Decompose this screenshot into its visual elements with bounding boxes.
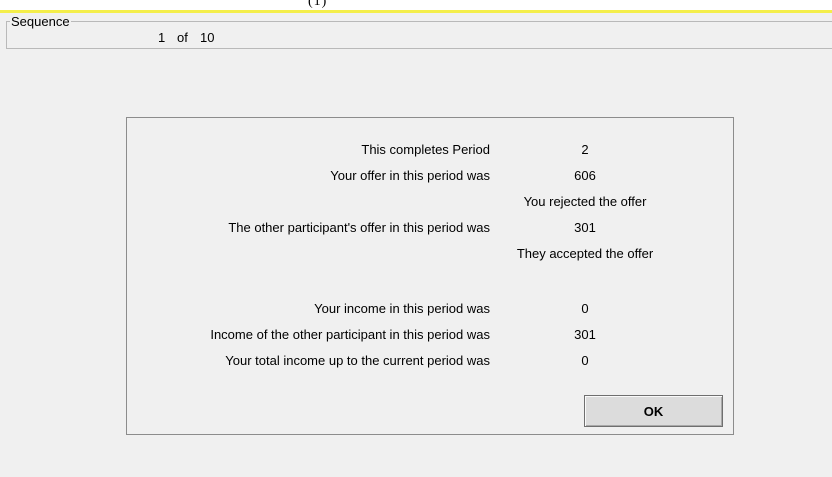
period-value: 2 [581, 142, 589, 157]
total-income-label: Your total income up to the current peri… [225, 353, 490, 368]
total-income-value: 0 [581, 353, 589, 368]
other-offer-value: 301 [574, 220, 596, 235]
sequence-of-label: of [177, 30, 188, 45]
other-offer-status: They accepted the offer [516, 246, 654, 261]
title-glyph: (1) [308, 0, 328, 9]
your-offer-value: 606 [574, 168, 596, 183]
ok-button[interactable]: OK [584, 395, 723, 427]
sequence-group [6, 21, 832, 49]
other-offer-label: The other participant's offer in this pe… [228, 220, 490, 235]
period-label: This completes Period [361, 142, 490, 157]
your-offer-label: Your offer in this period was [330, 168, 490, 183]
your-income-value: 0 [581, 301, 589, 316]
other-income-label: Income of the other participant in this … [210, 327, 490, 342]
other-income-value: 301 [574, 327, 596, 342]
sequence-current: 1 [158, 30, 166, 45]
sequence-total: 10 [200, 30, 215, 45]
results-panel [126, 117, 734, 435]
header-divider [0, 10, 832, 13]
your-offer-status: You rejected the offer [523, 194, 647, 209]
sequence-label: Sequence [10, 14, 71, 30]
your-income-label: Your income in this period was [314, 301, 490, 316]
